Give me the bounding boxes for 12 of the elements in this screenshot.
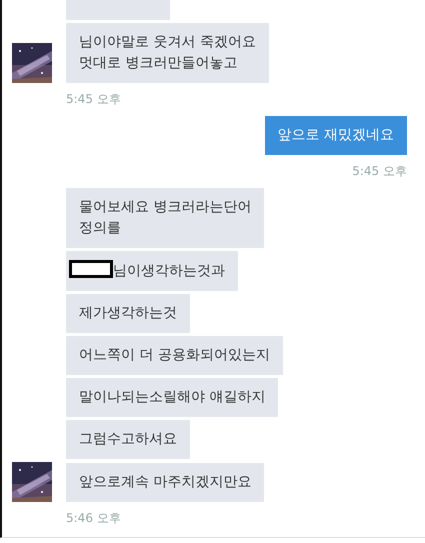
timestamp: 5:45 오후 (66, 91, 122, 108)
message-bubble: 앞으로계속 마주치겠지만요 (66, 463, 264, 502)
message-bubble: 그럼수고하셔요 (66, 420, 190, 459)
message-bubble: 님이야말로 웃겨서 죽겠어요 멋대로 병크러만들어놓고 (66, 23, 269, 83)
message-bubble: 제가생각하는것 (66, 294, 190, 333)
message-bubble: 님이생각하는것과 (66, 251, 238, 291)
message-bubble: 앞으로 재밌겠네요 (264, 116, 407, 155)
message-bubble: 어느쪽이 더 공용화되어있는지 (66, 336, 283, 375)
timestamp: 5:46 오후 (66, 510, 122, 527)
message-bubble: 말이나되는소릴해야 얘길하지 (66, 378, 278, 417)
timestamp: 5:45 오후 (352, 163, 407, 180)
message-bubble: 물어보세요 병크러라는단어 정의를 (66, 188, 264, 248)
